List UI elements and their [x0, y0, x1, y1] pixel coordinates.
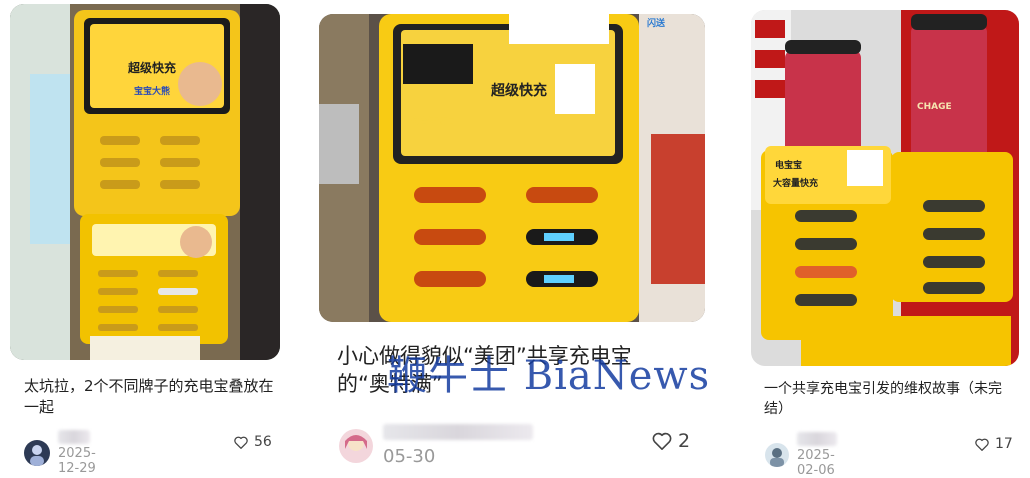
card-1-image-text-1: 超级快充 [128, 61, 177, 75]
card-2-like-button[interactable]: 2 [652, 430, 690, 452]
charging-station-photo [10, 4, 280, 360]
card-2-like-count: 2 [678, 430, 691, 452]
card-1-like-button[interactable]: 56 [234, 434, 272, 450]
card-1-title[interactable]: 太坑拉，2个不同牌子的充电宝叠放在一起 [24, 376, 274, 418]
card-2-author-avatar[interactable] [339, 428, 373, 463]
card-3-meta: 2025-02-06 [765, 432, 837, 478]
card-1-like-count: 56 [254, 434, 272, 450]
card-3-author-avatar[interactable] [765, 443, 789, 467]
card-1-image[interactable]: 超级快充 宝宝大熊 [10, 4, 280, 360]
card-3-image-text-1: 电宝宝 [775, 161, 803, 171]
news-watermark: 鞭牛士 BiaNews [387, 353, 711, 399]
card-3-image-text-3: CHAGE [917, 102, 952, 112]
card-1-date: 2025-12-29 [58, 446, 96, 476]
card-2-meta: 05-30 [339, 424, 533, 467]
heart-outline-icon [234, 436, 248, 449]
card-2-image-text-1: 超级快充 [491, 83, 547, 99]
heart-outline-icon [652, 432, 672, 450]
card-2-date: 05-30 [383, 446, 436, 467]
card-1-image-text-2: 宝宝大熊 [134, 87, 171, 97]
card-1-author-name-blurred[interactable] [58, 430, 90, 444]
card-1-meta: 2025-12-29 [24, 430, 96, 476]
card-3-title[interactable]: 一个共享充电宝引发的维权故事（未完结） [764, 379, 1014, 419]
card-3-image[interactable]: 电宝宝 大容量快充 CHAGE [751, 10, 1019, 366]
card-2-author-name-blurred[interactable] [383, 424, 533, 440]
card-3-like-button[interactable]: 17 [975, 436, 1013, 452]
charging-station-photo [319, 14, 705, 322]
card-2-image[interactable]: 超级快充 这台更便宜 闪送 [319, 14, 705, 322]
card-3-author-name-blurred[interactable] [797, 432, 837, 446]
card-3-image-text-2: 大容量快充 [773, 179, 819, 189]
card-2-image-text-2: 这台更便宜 [411, 117, 457, 127]
card-1-author-avatar[interactable] [24, 440, 50, 466]
heart-outline-icon [975, 438, 989, 451]
card-3-date: 2025-02-06 [797, 448, 835, 478]
card-2-image-text-3: 闪送 [647, 19, 666, 29]
card-3-like-count: 17 [995, 436, 1013, 452]
